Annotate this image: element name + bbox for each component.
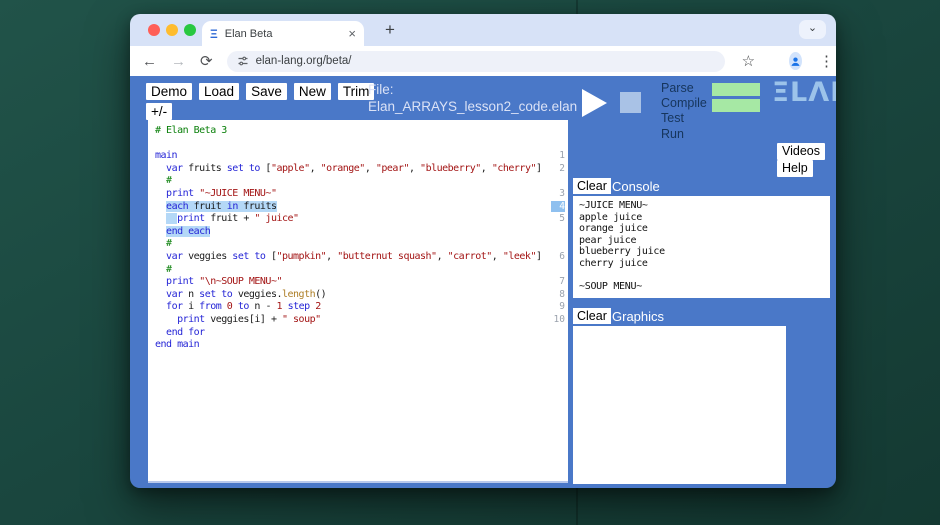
code-lines: # Elan Beta 3 main 1 var fruits set to ["a…	[155, 125, 568, 352]
code-editor[interactable]: # Elan Beta 3 main 1 var fruits set to ["a…	[148, 120, 568, 483]
code-line[interactable]: print "~JUICE MENU~" 3	[155, 188, 568, 201]
line-number: 10	[553, 313, 565, 325]
code-line[interactable]: var fruits set to ["apple", "orange", "p…	[155, 163, 568, 176]
line-number: 4	[551, 200, 565, 212]
site-settings-icon[interactable]	[237, 55, 249, 67]
code-line[interactable]: for i from 0 to n - 1 step 29	[155, 301, 568, 314]
line-number: 3	[559, 187, 565, 199]
code-line[interactable]: print veggies[i] + " soup" 10	[155, 314, 568, 327]
profile-avatar[interactable]	[789, 52, 803, 70]
demo-button[interactable]: Demo	[146, 83, 193, 100]
parse-status-indicator	[712, 83, 760, 96]
console-clear-button[interactable]: Clear	[573, 178, 611, 194]
browser-menu-icon[interactable]: ⋮	[819, 54, 834, 69]
app-toolbar: Demo Load Save New Trim	[146, 83, 375, 100]
line-number: 1	[559, 150, 565, 162]
step-compile: Compile	[661, 96, 707, 111]
elan-favicon-icon: Ξ	[210, 26, 218, 41]
graphics-panel	[573, 326, 786, 484]
run-play-button[interactable]	[582, 89, 607, 117]
code-line[interactable]: each fruit in fruits 4	[155, 200, 568, 214]
reload-icon[interactable]: ⟳	[200, 54, 213, 69]
person-icon	[791, 56, 800, 66]
tab-search-chevron-icon[interactable]: ⌄	[799, 20, 826, 39]
line-number: 6	[559, 250, 565, 262]
step-run: Run	[661, 126, 684, 141]
code-line[interactable]: #	[155, 175, 568, 188]
build-steps: Parse Compile Test Run	[661, 81, 707, 142]
console-panel: ~JUICE MENU~ apple juice orange juice pe…	[573, 196, 830, 298]
tab-close-icon[interactable]: ×	[348, 27, 356, 40]
code-line[interactable]: print fruit + " juice" 5	[155, 213, 568, 226]
minimize-window-button[interactable]	[166, 24, 178, 36]
forward-icon[interactable]: →	[171, 54, 186, 69]
code-line[interactable]: end for	[155, 327, 568, 340]
code-line[interactable]: end main	[155, 339, 568, 352]
stop-button[interactable]	[620, 92, 641, 113]
bookmark-star-icon[interactable]: ☆	[742, 54, 755, 69]
line-number: 2	[559, 162, 565, 174]
url-field[interactable]: elan-lang.org/beta/	[226, 50, 725, 72]
help-button[interactable]: Help	[777, 160, 813, 177]
code-line[interactable]: var veggies set to ["pumpkin", "butternu…	[155, 251, 568, 264]
line-number: 8	[559, 288, 565, 300]
browser-tab-strip: Ξ Elan Beta × + ⌄	[130, 14, 836, 46]
videos-button[interactable]: Videos	[777, 143, 825, 160]
maximize-window-button[interactable]	[184, 24, 196, 36]
code-line[interactable]: # Elan Beta 3	[155, 125, 568, 138]
console-output: ~JUICE MENU~ apple juice orange juice pe…	[579, 200, 665, 293]
code-line[interactable]: #	[155, 264, 568, 277]
expand-collapse-button[interactable]: +/-	[146, 103, 173, 120]
file-name: Elan_ARRAYS_lesson2_code.elan	[368, 99, 578, 114]
browser-window: Ξ Elan Beta × + ⌄ ← → ⟳ elan-lang.org/be…	[130, 14, 836, 488]
browser-tab[interactable]: Ξ Elan Beta ×	[202, 21, 364, 46]
step-test: Test	[661, 111, 684, 126]
console-label: Console	[612, 179, 660, 194]
file-label: File: Elan_ARRAYS_lesson2_code.elan	[368, 81, 577, 115]
graphics-label: Graphics	[612, 309, 665, 324]
tab-title: Elan Beta	[224, 27, 273, 40]
compile-status-indicator	[712, 99, 760, 112]
elan-logo: ΞLΛΠ	[772, 77, 836, 108]
close-window-button[interactable]	[148, 24, 160, 36]
graphics-clear-button[interactable]: Clear	[573, 308, 611, 324]
code-line[interactable]: end each	[155, 225, 568, 239]
new-tab-button[interactable]: +	[378, 18, 402, 42]
line-number: 5	[559, 213, 565, 225]
new-button[interactable]: New	[293, 83, 331, 100]
build-status	[712, 83, 760, 115]
back-icon[interactable]: ←	[142, 54, 157, 69]
elan-app: Demo Load Save New Trim +/- File: Elan_A…	[130, 76, 836, 488]
save-button[interactable]: Save	[246, 83, 287, 100]
code-line[interactable]: print "\n~SOUP MENU~" 7	[155, 276, 568, 289]
code-line[interactable]: #	[155, 238, 568, 251]
browser-address-bar: ← → ⟳ elan-lang.org/beta/ ☆ ⋮	[130, 46, 836, 76]
url-text: elan-lang.org/beta/	[255, 55, 352, 67]
step-parse: Parse	[661, 81, 694, 95]
code-line[interactable]: main 1	[155, 150, 568, 163]
line-number: 9	[559, 301, 565, 313]
load-button[interactable]: Load	[199, 83, 240, 100]
file-label-prefix: File:	[368, 82, 394, 97]
code-line[interactable]	[155, 138, 568, 151]
line-number: 7	[559, 276, 565, 288]
code-line[interactable]: var n set to veggies.length() 8	[155, 289, 568, 302]
